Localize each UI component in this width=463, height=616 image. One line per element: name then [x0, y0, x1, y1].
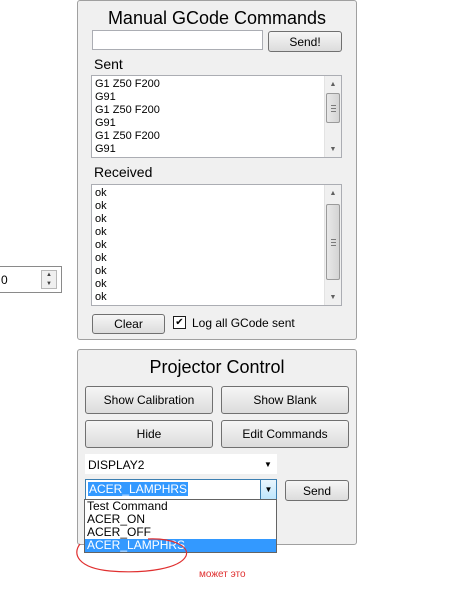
log-line: ok	[95, 213, 107, 225]
show-calibration-button[interactable]: Show Calibration	[85, 386, 213, 414]
log-all-gcode-label: Log all GCode sent	[192, 316, 295, 330]
received-label: Received	[94, 164, 153, 180]
projector-control-title: Projector Control	[149, 357, 285, 377]
scroll-up-icon[interactable]: ▲	[325, 76, 341, 92]
chevron-down-icon[interactable]: ▼	[260, 455, 276, 473]
received-scrollbar[interactable]: ▲ ▼	[324, 185, 341, 305]
projector-command-select[interactable]: ACER_LAMPHRS ▼	[85, 479, 277, 500]
log-line: ok	[95, 265, 107, 277]
sent-scrollbar[interactable]: ▲ ▼	[324, 76, 341, 157]
send-projector-command-button[interactable]: Send	[285, 480, 349, 501]
log-line: ok	[95, 226, 107, 238]
command-select-value: ACER_LAMPHRS	[88, 482, 189, 496]
log-line: ok	[95, 200, 107, 212]
log-all-gcode-checkbox[interactable]: ✔	[173, 316, 186, 329]
log-line: ok	[95, 291, 107, 303]
clear-button[interactable]: Clear	[92, 314, 165, 334]
log-line: ok	[95, 252, 107, 264]
spinner-down-icon[interactable]: ▼	[42, 280, 56, 289]
log-line: ok	[95, 239, 107, 251]
log-line: G91	[95, 91, 116, 103]
scroll-thumb[interactable]	[326, 204, 340, 280]
annotation-circle	[76, 538, 188, 573]
hide-button[interactable]: Hide	[85, 420, 213, 448]
spinner-buttons[interactable]: ▲ ▼	[41, 270, 57, 289]
spinner-up-icon[interactable]: ▲	[42, 271, 56, 280]
left-numeric-spinner[interactable]: 0 ▲ ▼	[0, 266, 62, 293]
manual-gcode-panel: Manual GCode Commands Send! Sent G1 Z50 …	[77, 0, 357, 340]
log-line: ok	[95, 278, 107, 290]
display-select[interactable]: DISPLAY2 ▼	[85, 454, 277, 474]
display-select-value: DISPLAY2	[88, 458, 145, 472]
chevron-down-icon[interactable]: ▼	[260, 480, 276, 499]
received-lines: ok ok ok ok ok ok ok ok ok	[95, 187, 323, 304]
log-line: G1 Z50 F200	[95, 104, 160, 116]
checkmark-icon: ✔	[175, 316, 184, 328]
show-blank-button[interactable]: Show Blank	[221, 386, 349, 414]
gcode-command-input[interactable]	[92, 30, 263, 50]
sent-label: Sent	[94, 56, 123, 72]
log-line: G91	[95, 117, 116, 129]
log-line: G91	[95, 143, 116, 155]
sent-lines: G1 Z50 F200 G91 G1 Z50 F200 G91 G1 Z50 F200 G…	[95, 78, 323, 156]
sent-log[interactable]: G1 Z50 F200 G91 G1 Z50 F200 G91 G1 Z50 F200 G…	[91, 75, 342, 158]
log-line: G1 Z50 F200	[95, 78, 160, 90]
send-gcode-button[interactable]: Send!	[268, 31, 342, 52]
scroll-down-icon[interactable]: ▼	[325, 289, 341, 305]
edit-commands-button[interactable]: Edit Commands	[221, 420, 349, 448]
manual-gcode-title: Manual GCode Commands	[107, 8, 327, 28]
scroll-down-icon[interactable]: ▼	[325, 141, 341, 157]
scroll-up-icon[interactable]: ▲	[325, 185, 341, 201]
received-log[interactable]: ok ok ok ok ok ok ok ok ok ▲ ▼	[91, 184, 342, 306]
scroll-thumb[interactable]	[326, 93, 340, 123]
annotation-note: может это	[199, 569, 246, 580]
log-line: ok	[95, 187, 107, 199]
spinner-value: 0	[1, 273, 8, 287]
log-line: G1 Z50 F200	[95, 130, 160, 142]
